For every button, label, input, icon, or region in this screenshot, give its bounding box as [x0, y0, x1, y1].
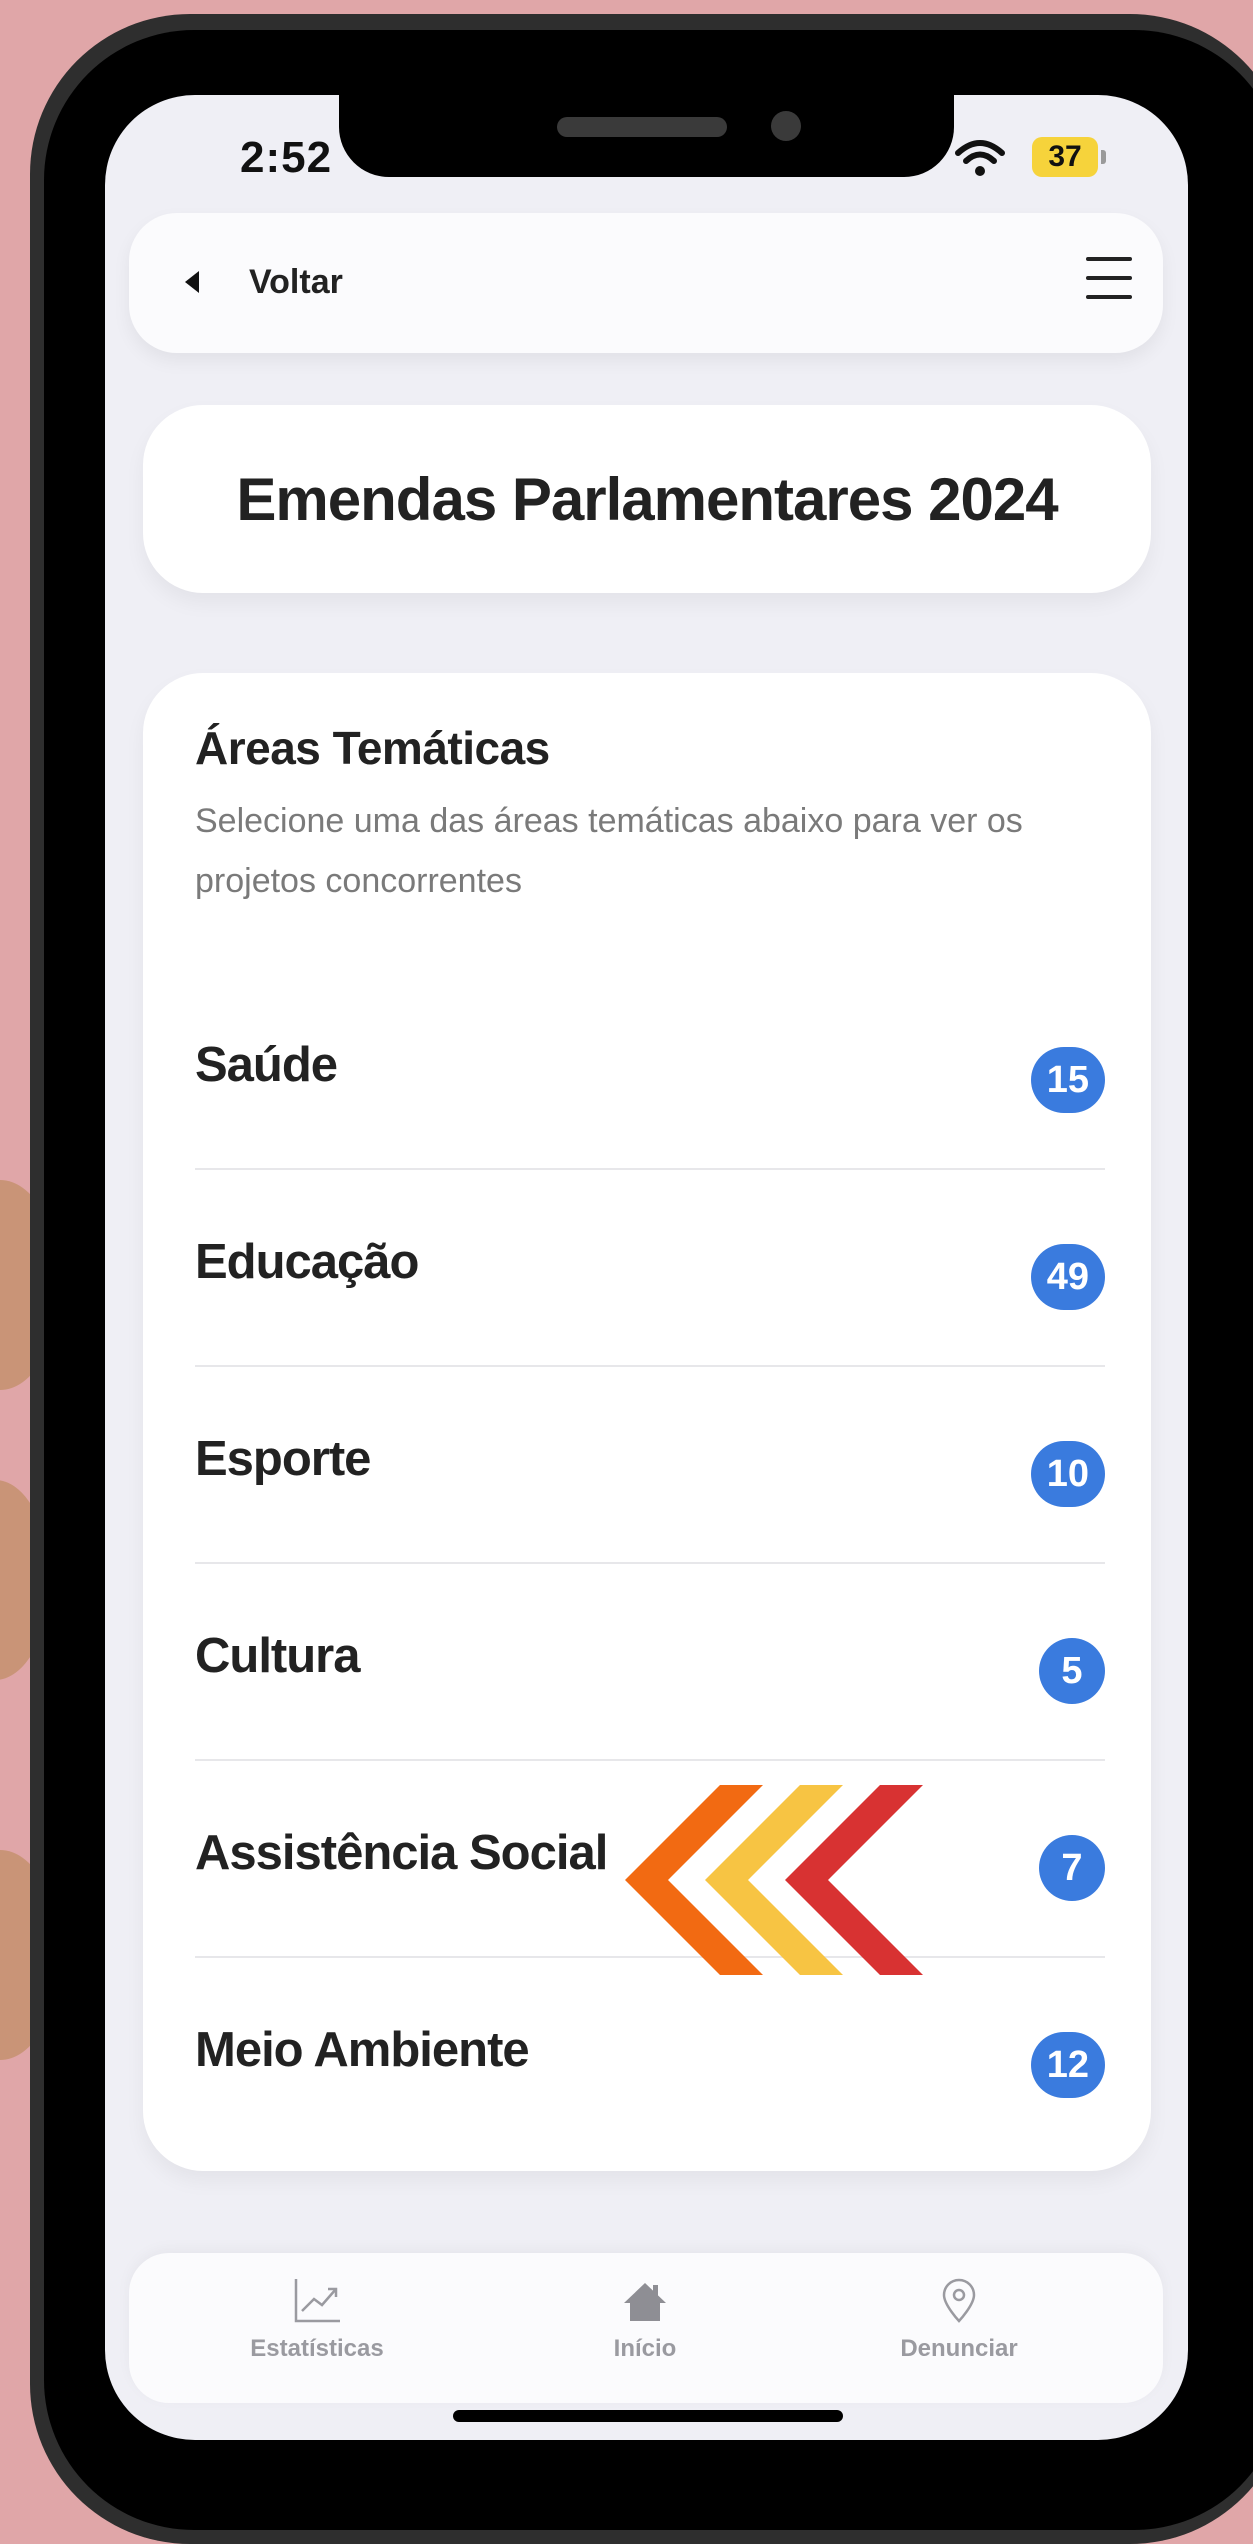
count-badge: 10: [1030, 1441, 1105, 1507]
count-badge: 49: [1030, 1244, 1105, 1310]
area-item-esporte[interactable]: Esporte 10: [195, 1367, 1105, 1564]
area-item-label: Esporte: [195, 1432, 371, 1486]
hamburger-menu-icon[interactable]: [1086, 257, 1132, 299]
nav-label: Denunciar: [900, 2335, 1018, 2362]
notch: [339, 95, 954, 177]
top-navigation-bar: Voltar: [129, 213, 1163, 353]
areas-title: Áreas Temáticas: [195, 722, 550, 774]
status-time: 2:52: [240, 133, 333, 182]
triple-chevron-left-icon: [625, 1785, 923, 1975]
wifi-icon: [955, 140, 1005, 176]
nav-estatisticas[interactable]: Estatísticas: [217, 2277, 417, 2363]
location-pin-icon: [942, 2278, 976, 2323]
count-badge: 15: [1030, 1047, 1105, 1113]
area-item-label: Meio Ambiente: [195, 2023, 530, 2077]
count-badge: 12: [1030, 2032, 1105, 2098]
nav-inicio[interactable]: Início: [545, 2277, 745, 2363]
nav-label: Início: [613, 2335, 677, 2362]
speaker: [557, 117, 727, 137]
back-button[interactable]: Voltar: [249, 263, 343, 302]
area-item-cultura[interactable]: Cultura 5: [195, 1564, 1105, 1761]
areas-subtitle: Selecione uma das áreas temáticas abaixo…: [195, 802, 1023, 900]
count-badge: 5: [1039, 1638, 1105, 1704]
area-item-label: Cultura: [195, 1629, 360, 1683]
area-item-label: Saúde: [195, 1038, 338, 1092]
back-arrow-icon[interactable]: [185, 271, 199, 293]
count-badge: 7: [1039, 1835, 1105, 1901]
home-icon: [624, 2283, 666, 2321]
area-item-saude[interactable]: Saúde 15: [195, 973, 1105, 1170]
area-item-label: Educação: [195, 1235, 419, 1289]
area-item-label: Assistência Social: [195, 1826, 608, 1880]
nav-label: Estatísticas: [250, 2335, 384, 2362]
page-title: Emendas Parlamentares 2024: [236, 465, 1058, 533]
area-item-meio-ambiente[interactable]: Meio Ambiente 12: [195, 1958, 1105, 2155]
nav-denunciar[interactable]: Denunciar: [859, 2277, 1059, 2363]
page-title-card: Emendas Parlamentares 2024: [143, 405, 1151, 593]
chart-icon: [294, 2279, 340, 2323]
area-item-educacao[interactable]: Educação 49: [195, 1170, 1105, 1367]
battery-indicator: 37: [1032, 137, 1106, 177]
camera: [771, 111, 801, 141]
bottom-navigation: Estatísticas Início Denunciar: [129, 2253, 1163, 2403]
app-screen: 2:52 37 Voltar Emendas Parlamentares 202…: [105, 95, 1188, 2440]
home-indicator: [453, 2410, 843, 2422]
